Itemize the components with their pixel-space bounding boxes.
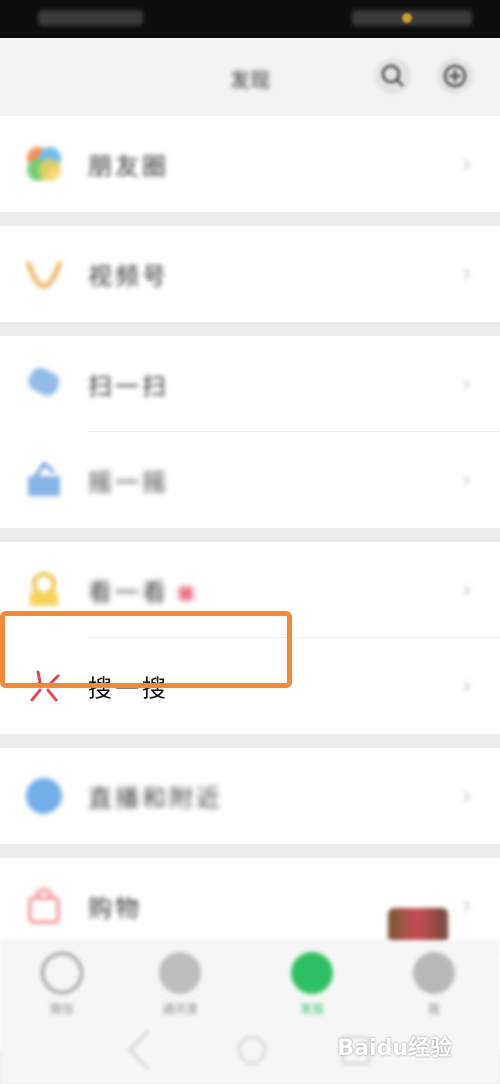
menu-group: 朋友圈 › [0, 116, 500, 212]
tab-discover[interactable]: 发现 [272, 952, 352, 1017]
person-icon [413, 952, 455, 994]
tab-label: 我 [427, 1002, 440, 1016]
chevron-right-icon: › [461, 369, 472, 399]
chevron-right-icon: › [461, 891, 472, 921]
menu-group: 视频号 › [0, 226, 500, 322]
search-icon[interactable] [375, 58, 411, 94]
menu-item-channels[interactable]: 视频号 › [0, 226, 500, 322]
menu-item-label: 朋友圈 [88, 152, 169, 181]
tab-chats[interactable]: 微信 [22, 952, 102, 1017]
scan-icon [28, 367, 60, 396]
baidu-watermark: Baidu经验 [337, 1036, 452, 1061]
menu-item-label: 购物 [88, 894, 142, 923]
menu-item-label: 看一看 [88, 573, 193, 608]
menu-item-scan[interactable]: 扫一扫 › [0, 336, 500, 432]
menu-item-label: 摇一摇 [88, 468, 169, 497]
new-badge [179, 586, 193, 601]
menu-item-moments[interactable]: 朋友圈 › [0, 116, 500, 212]
game-thumbnail [388, 908, 448, 944]
tab-label: 通讯录 [161, 1002, 198, 1016]
contacts-icon [159, 952, 201, 994]
menu-item-shake[interactable]: 摇一摇 › [0, 432, 500, 528]
battery-icon [402, 13, 412, 23]
add-icon[interactable] [437, 58, 473, 94]
chevron-right-icon: › [461, 465, 472, 495]
page-title: 发现 [230, 68, 270, 92]
menu-item-label: 直播和附近 [88, 784, 223, 813]
highlight-box [0, 611, 292, 688]
shake-icon [28, 461, 60, 496]
menu-item-label: 扫一扫 [88, 372, 169, 401]
compass-icon [291, 952, 333, 994]
back-button[interactable] [128, 1030, 168, 1070]
chevron-right-icon: › [461, 781, 472, 811]
chevron-right-icon: › [461, 149, 472, 179]
moments-icon [27, 147, 61, 181]
menu-group: 直播和附近 › [0, 748, 500, 844]
chevron-right-icon: › [461, 259, 472, 289]
top-stories-icon [30, 572, 58, 606]
chevron-right-icon: › [461, 671, 472, 701]
menu-group: 扫一扫 › 摇一摇 › [0, 336, 500, 528]
chat-bubble-icon [41, 952, 83, 994]
bottom-tab-bar: 微信 通讯录 发现 我 [0, 940, 500, 1084]
menu-item-live-nearby[interactable]: 直播和附近 › [0, 748, 500, 844]
tab-me[interactable]: 我 [394, 952, 474, 1017]
home-button[interactable] [238, 1036, 266, 1064]
carrier-info [38, 10, 143, 26]
tab-contacts[interactable]: 通讯录 [140, 952, 220, 1017]
tab-label: 微信 [49, 1002, 74, 1016]
status-icons [352, 10, 472, 26]
channels-icon [25, 261, 63, 289]
live-nearby-icon [26, 778, 62, 814]
tab-label: 发现 [299, 1002, 324, 1016]
top-bar: 发现 [0, 38, 500, 116]
shopping-bag-icon [28, 888, 60, 924]
menu-item-label: 视频号 [88, 262, 169, 291]
status-bar [0, 0, 500, 38]
chevron-right-icon: › [461, 575, 472, 605]
